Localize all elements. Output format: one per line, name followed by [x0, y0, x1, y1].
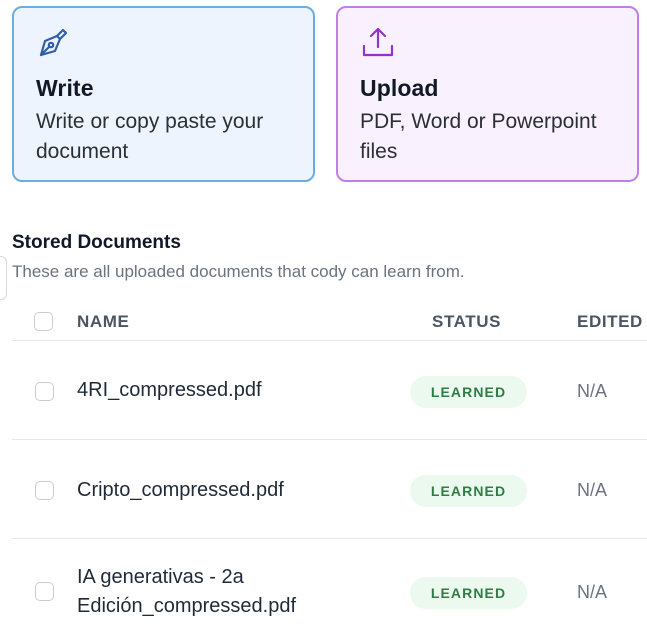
document-name[interactable]: 4RI_compressed.pdf [77, 376, 397, 405]
table-divider [12, 439, 647, 440]
select-all-checkbox[interactable] [34, 312, 53, 331]
sidebar-collapse-handle[interactable] [0, 256, 7, 300]
row-checkbox[interactable] [35, 582, 54, 601]
column-header-status[interactable]: STATUS [432, 312, 501, 332]
table-divider [12, 340, 647, 341]
row-checkbox[interactable] [35, 481, 54, 500]
edited-value: N/A [577, 480, 608, 500]
document-name[interactable]: Cripto_compressed.pdf [77, 476, 397, 505]
status-badge: LEARNED [410, 475, 527, 507]
edited-value: N/A [577, 381, 608, 401]
write-card[interactable]: Write Write or copy paste your document [12, 6, 315, 182]
column-header-edited[interactable]: EDITED O [577, 312, 647, 332]
status-badge: LEARNED [410, 577, 527, 609]
stored-documents-subtitle: These are all uploaded documents that co… [12, 262, 465, 281]
pen-nib-icon [36, 24, 72, 60]
upload-card-title: Upload [360, 75, 439, 101]
stored-documents-title: Stored Documents [12, 232, 181, 253]
documents-page: Write Write or copy paste your document … [0, 0, 647, 639]
upload-card-description: PDF, Word or Powerpoint files [360, 110, 597, 163]
write-card-title: Write [36, 75, 94, 101]
edited-value: N/A [577, 582, 608, 602]
document-name[interactable]: IA generativas - 2a Edición_compressed.p… [77, 563, 327, 621]
table-divider [12, 538, 647, 539]
upload-tray-icon [360, 24, 396, 60]
write-card-description: Write or copy paste your document [36, 110, 264, 163]
row-checkbox[interactable] [35, 382, 54, 401]
status-badge: LEARNED [410, 376, 527, 408]
column-header-name[interactable]: NAME [77, 312, 129, 332]
upload-card[interactable]: Upload PDF, Word or Powerpoint files [336, 6, 639, 182]
